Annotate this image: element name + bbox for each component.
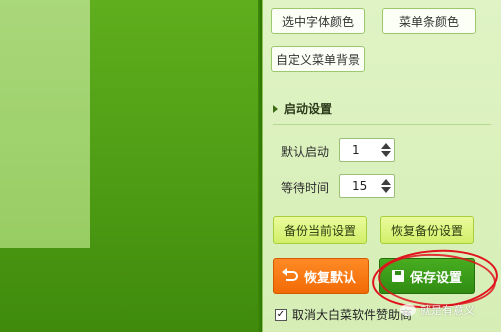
watermark-text: 就是有意义 (420, 304, 475, 317)
restore-backup-settings-button[interactable]: 恢复备份设置 (380, 216, 474, 244)
restore-default-label: 恢复默认 (303, 270, 356, 286)
startup-section-title: 启动设置 (284, 102, 333, 116)
backup-current-settings-button[interactable]: 备份当前设置 (273, 216, 367, 244)
wait-time-label: 等待时间 (281, 181, 330, 195)
menu-bar-color-button[interactable]: 菜单条颜色 (382, 8, 476, 34)
stepper-down-icon[interactable] (381, 151, 391, 157)
sponsor-checkbox-label: 取消大白菜软件赞助商 (292, 308, 413, 322)
wechat-logo-icon (400, 304, 416, 316)
wait-time-stepper[interactable]: 15 (339, 174, 395, 198)
default-boot-label: 默认启动 (281, 145, 330, 159)
watermark: 就是有意义 (400, 302, 475, 318)
restore-default-button[interactable]: 恢复默认 (273, 258, 369, 294)
sponsor-checkbox[interactable]: ✓ (275, 308, 287, 321)
desktop-preview (0, 0, 260, 332)
section-divider (273, 124, 491, 125)
selected-font-color-button[interactable]: 选中字体颜色 (271, 8, 365, 34)
default-boot-stepper[interactable]: 1 (339, 138, 395, 162)
custom-menu-background-button[interactable]: 自定义菜单背景 (271, 46, 365, 72)
stepper-down-icon[interactable] (381, 187, 391, 193)
stepper-up-icon[interactable] (381, 143, 391, 149)
preview-tile (0, 0, 90, 248)
return-icon (281, 268, 298, 281)
startup-section-header[interactable]: 启动设置 (273, 100, 332, 117)
sponsor-checkbox-row[interactable]: ✓ 取消大白菜软件赞助商 (275, 306, 412, 323)
check-icon: ✓ (276, 308, 286, 320)
wait-time-value[interactable]: 15 (340, 179, 378, 193)
stepper-up-icon[interactable] (381, 179, 391, 185)
default-boot-value[interactable]: 1 (340, 143, 378, 157)
expand-triangle-icon (273, 104, 278, 113)
